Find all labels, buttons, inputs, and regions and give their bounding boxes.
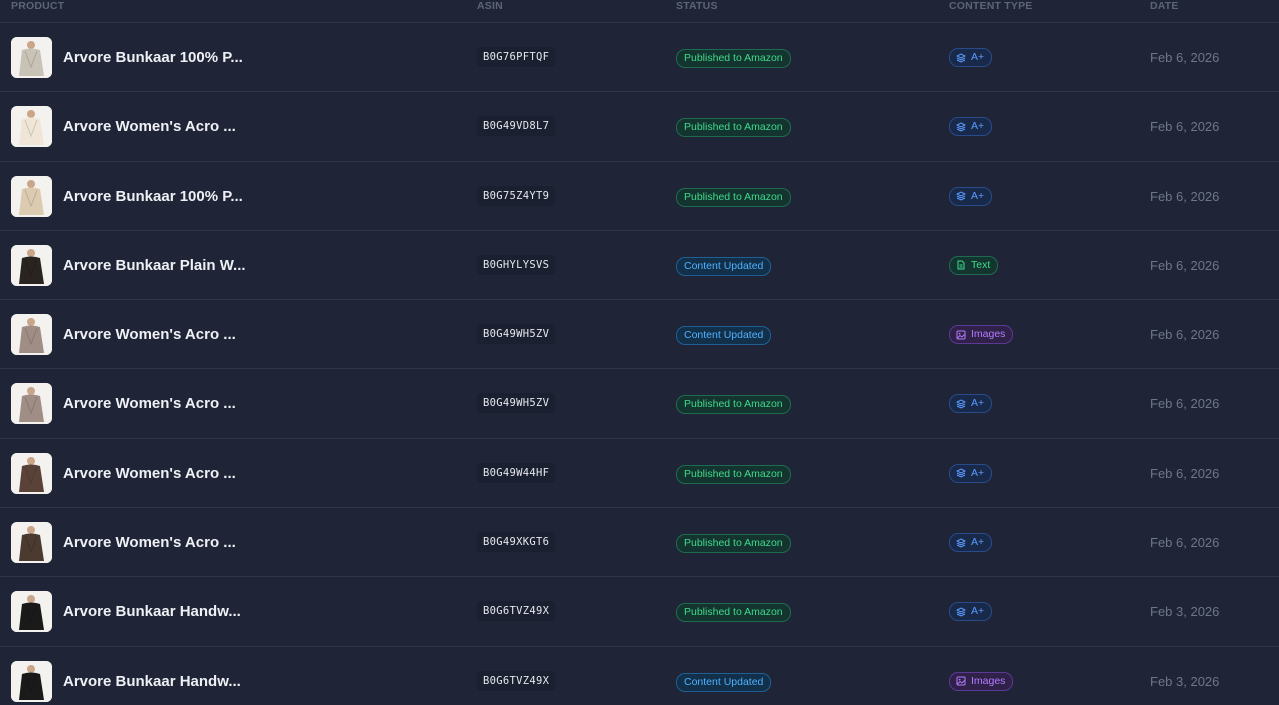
column-header-asin[interactable]: ASIN xyxy=(477,0,503,12)
product-thumbnail xyxy=(11,452,52,494)
status-badge: Content Updated xyxy=(676,326,772,346)
status-badge: Published to Amazon xyxy=(676,395,791,415)
product-thumbnail xyxy=(11,37,52,78)
image-icon xyxy=(956,676,966,686)
date-cell: Feb 6, 2026 xyxy=(1150,465,1220,481)
product-thumbnail xyxy=(11,660,52,702)
table-header: PRODUCT ASIN STATUS CONTENT TYPE DATE xyxy=(0,0,1279,23)
status-badge: Content Updated xyxy=(676,256,772,276)
product-name[interactable]: Arvore Bunkaar 100% P... xyxy=(63,188,243,205)
product-thumbnail xyxy=(11,522,52,564)
table-row[interactable]: Arvore Women's Acro ... B0G49VD8L7 Publish… xyxy=(0,92,1279,162)
product-name[interactable]: Arvore Bunkaar Handw... xyxy=(63,603,241,620)
date-cell: Feb 6, 2026 xyxy=(1150,50,1220,65)
date-cell: Feb 3, 2026 xyxy=(1150,673,1220,689)
asin-code: B0G6TVZ49X xyxy=(477,601,556,622)
table-row[interactable]: Arvore Bunkaar 100% P... B0G75Z4YT9 Publis… xyxy=(0,162,1279,231)
product-name[interactable]: Arvore Women's Acro ... xyxy=(63,465,236,482)
content-type-badge: Images xyxy=(949,325,1014,345)
product-name[interactable]: Arvore Women's Acro ... xyxy=(63,118,236,135)
content-type-badge: A+ xyxy=(949,463,993,483)
column-header-content-type[interactable]: CONTENT TYPE xyxy=(949,0,1033,12)
product-name[interactable]: Arvore Women's Acro ... xyxy=(63,395,236,412)
product-name[interactable]: Arvore Bunkaar Plain W... xyxy=(63,257,246,274)
content-type-label: A+ xyxy=(971,120,985,133)
content-type-badge: A+ xyxy=(949,186,993,206)
table-row[interactable]: Arvore Bunkaar Handw... B0G6TVZ49X Publish… xyxy=(0,577,1279,647)
content-type-label: A+ xyxy=(971,536,985,549)
date-cell: Feb 6, 2026 xyxy=(1150,396,1220,412)
content-type-label: A+ xyxy=(971,466,985,479)
product-thumbnail xyxy=(11,175,52,217)
table-row[interactable]: Arvore Women's Acro ... B0G49WH5ZV Content… xyxy=(0,300,1279,370)
asin-code: B0G49W44HF xyxy=(477,462,556,483)
asin-code: B0G49WH5ZV xyxy=(477,393,556,414)
document-icon xyxy=(956,260,966,270)
content-type-badge: A+ xyxy=(949,394,993,414)
table-row[interactable]: Arvore Bunkaar Plain W... B0GHYLYSVS Conte… xyxy=(0,231,1279,301)
product-thumbnail xyxy=(11,106,52,148)
column-header-status[interactable]: STATUS xyxy=(676,0,718,12)
layers-icon xyxy=(956,52,966,63)
status-badge: Published to Amazon xyxy=(676,187,791,207)
product-thumbnail xyxy=(11,383,52,425)
content-type-label: A+ xyxy=(971,605,985,618)
content-type-badge: Text xyxy=(949,255,999,275)
content-type-badge: A+ xyxy=(949,533,993,553)
table-row[interactable]: Arvore Bunkaar 100% P... B0G76PFTQF Publis… xyxy=(0,23,1279,93)
asin-code: B0GHYLYSVS xyxy=(477,254,556,275)
date-cell: Feb 6, 2026 xyxy=(1150,535,1220,551)
status-badge: Published to Amazon xyxy=(676,49,791,68)
column-header-product[interactable]: PRODUCT xyxy=(11,0,64,12)
status-badge: Published to Amazon xyxy=(676,118,791,138)
product-thumbnail xyxy=(11,591,52,633)
layers-icon xyxy=(956,191,966,201)
date-cell: Feb 6, 2026 xyxy=(1150,327,1220,343)
date-cell: Feb 6, 2026 xyxy=(1150,257,1220,273)
status-badge: Content Updated xyxy=(676,672,772,692)
layers-icon xyxy=(956,399,966,409)
product-name[interactable]: Arvore Women's Acro ... xyxy=(63,534,236,551)
table-body: Arvore Bunkaar 100% P... B0G76PFTQF Publis… xyxy=(0,23,1279,705)
asin-code: B0G49XKGT6 xyxy=(477,532,556,553)
products-table: PRODUCT ASIN STATUS CONTENT TYPE DATE Ar… xyxy=(0,0,1279,705)
product-name[interactable]: Arvore Bunkaar Handw... xyxy=(63,673,241,690)
asin-code: B0G75Z4YT9 xyxy=(477,185,556,206)
status-badge: Published to Amazon xyxy=(676,534,791,554)
layers-icon xyxy=(956,468,966,478)
status-badge: Published to Amazon xyxy=(676,464,791,484)
table-row[interactable]: Arvore Women's Acro ... B0G49XKGT6 Publish… xyxy=(0,508,1279,578)
asin-code: B0G49WH5ZV xyxy=(477,324,556,345)
content-type-label: A+ xyxy=(971,189,985,202)
content-type-label: Images xyxy=(971,674,1006,687)
table-row[interactable]: Arvore Women's Acro ... B0G49W44HF Publish… xyxy=(0,439,1279,509)
status-badge: Published to Amazon xyxy=(676,603,791,623)
table-row[interactable]: Arvore Bunkaar Handw... B0G6TVZ49X Content… xyxy=(0,647,1279,705)
content-type-label: A+ xyxy=(971,51,985,63)
content-type-label: Text xyxy=(971,258,991,271)
content-type-badge: A+ xyxy=(949,117,993,137)
content-type-badge: Images xyxy=(949,671,1014,691)
date-cell: Feb 6, 2026 xyxy=(1150,188,1220,204)
asin-code: B0G6TVZ49X xyxy=(477,670,556,691)
layers-icon xyxy=(956,607,966,617)
column-header-date[interactable]: DATE xyxy=(1150,0,1179,12)
image-icon xyxy=(956,330,966,340)
layers-icon xyxy=(956,122,966,132)
content-type-label: A+ xyxy=(971,397,985,410)
content-type-badge: A+ xyxy=(949,48,993,67)
date-cell: Feb 6, 2026 xyxy=(1150,119,1220,135)
layers-icon xyxy=(956,538,966,548)
product-thumbnail xyxy=(11,244,52,286)
product-thumbnail xyxy=(11,314,52,356)
asin-code: B0G49VD8L7 xyxy=(477,116,556,137)
table-row[interactable]: Arvore Women's Acro ... B0G49WH5ZV Publish… xyxy=(0,369,1279,439)
date-cell: Feb 3, 2026 xyxy=(1150,604,1220,620)
asin-code: B0G76PFTQF xyxy=(477,47,556,67)
product-name[interactable]: Arvore Women's Acro ... xyxy=(63,326,236,343)
content-type-label: Images xyxy=(971,328,1006,341)
product-name[interactable]: Arvore Bunkaar 100% P... xyxy=(63,49,243,66)
content-type-badge: A+ xyxy=(949,602,993,622)
